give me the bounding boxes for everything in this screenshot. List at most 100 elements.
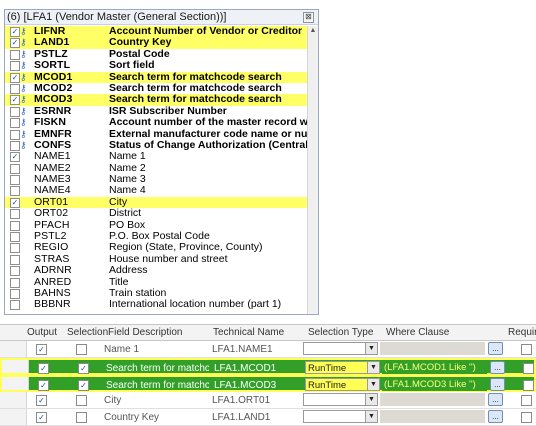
key-icon: ⚷ xyxy=(20,94,27,105)
selection-type-dropdown[interactable]: RunTime ▼ xyxy=(305,378,380,391)
chevron-down-icon[interactable]: ▼ xyxy=(365,343,377,354)
selection-checkbox[interactable] xyxy=(76,412,87,423)
output-checkbox[interactable]: ✓ xyxy=(36,344,47,355)
selection-checkbox[interactable]: ✓ xyxy=(78,363,89,374)
field-description-cell: Search term for matchco... xyxy=(106,380,209,391)
ellipsis-button[interactable]: ... xyxy=(488,410,503,423)
scroll-up-icon[interactable]: ▲ xyxy=(308,26,318,36)
field-row[interactable]: ✓ NAME1 Name 1 xyxy=(5,150,310,163)
col-header-field-description[interactable]: Field Description xyxy=(108,327,182,338)
selection-type-dropdown[interactable]: ▼ xyxy=(303,410,378,423)
col-header-required[interactable]: Requir xyxy=(508,327,536,338)
technical-name-cell: LFA1.MCOD3 xyxy=(214,380,277,391)
field-checkbox[interactable] xyxy=(10,49,20,60)
table-row[interactable]: ✓ ✓ Search term for matchco... LFA1.MCOD3 Ru… xyxy=(0,375,536,392)
table-row[interactable]: ✓ Name 1 LFA1.NAME1 ▼... xyxy=(0,341,536,358)
field-checkbox[interactable] xyxy=(10,209,20,220)
required-checkbox[interactable] xyxy=(521,412,532,423)
field-description: Account number of the master record wit xyxy=(109,116,315,129)
where-clause-cell[interactable]: (LFA1.MCOD1 Like '') xyxy=(382,361,487,374)
field-row[interactable]: ORT02 District xyxy=(5,207,310,220)
field-checkbox[interactable] xyxy=(10,300,20,311)
row-header[interactable] xyxy=(0,409,27,425)
key-icon: ⚷ xyxy=(20,128,27,139)
selection-checkbox[interactable] xyxy=(76,344,87,355)
field-checkbox[interactable] xyxy=(10,129,20,140)
chevron-down-icon[interactable]: ▼ xyxy=(365,394,377,405)
required-checkbox[interactable] xyxy=(523,380,534,391)
key-icon: ⚷ xyxy=(20,60,27,71)
row-header[interactable] xyxy=(2,377,29,390)
required-checkbox[interactable] xyxy=(521,344,532,355)
field-checkbox[interactable] xyxy=(10,83,20,94)
field-checkbox[interactable] xyxy=(10,243,20,254)
where-clause-cell[interactable] xyxy=(380,342,485,355)
col-header-selection-type[interactable]: Selection Type xyxy=(308,327,373,338)
field-technical-name: ADRNR xyxy=(34,264,72,277)
field-checkbox[interactable]: ✓ xyxy=(10,197,20,208)
required-checkbox[interactable] xyxy=(523,363,534,374)
row-header[interactable] xyxy=(2,360,29,373)
where-clause-cell[interactable]: (LFA1.MCOD3 Like '') xyxy=(382,378,487,391)
field-checkbox[interactable] xyxy=(10,140,20,151)
ellipsis-button[interactable]: ... xyxy=(488,342,503,355)
selection-type-dropdown[interactable]: ▼ xyxy=(303,342,378,355)
col-header-where-clause[interactable]: Where Clause xyxy=(386,327,449,338)
key-icon: ⚷ xyxy=(20,48,27,59)
ellipsis-button[interactable]: ... xyxy=(490,361,505,374)
field-checkbox[interactable] xyxy=(10,254,20,265)
key-icon: ⚷ xyxy=(20,105,27,116)
output-checkbox[interactable]: ✓ xyxy=(38,363,49,374)
col-header-selection[interactable]: Selection xyxy=(67,327,108,338)
field-checkbox[interactable] xyxy=(10,175,20,186)
field-technical-name: SORTL xyxy=(34,59,71,72)
output-checkbox[interactable]: ✓ xyxy=(38,380,49,391)
field-row[interactable]: ⚷ SORTL Sort field xyxy=(5,59,310,72)
where-clause-cell[interactable] xyxy=(380,410,485,423)
field-checkbox[interactable]: ✓ xyxy=(10,27,20,37)
output-checkbox[interactable]: ✓ xyxy=(36,395,47,406)
field-checkbox[interactable] xyxy=(10,106,20,117)
field-checkbox[interactable] xyxy=(10,118,20,129)
row-header[interactable] xyxy=(0,392,27,408)
field-checkbox[interactable]: ✓ xyxy=(10,152,20,163)
selection-checkbox[interactable] xyxy=(76,395,87,406)
required-checkbox[interactable] xyxy=(521,395,532,406)
close-icon[interactable]: ⊠ xyxy=(303,12,314,23)
field-checkbox[interactable]: ✓ xyxy=(10,72,20,83)
table-row[interactable]: ✓ City LFA1.ORT01 ▼... xyxy=(0,392,536,409)
chevron-down-icon[interactable]: ▼ xyxy=(367,379,379,390)
field-checkbox[interactable] xyxy=(10,232,20,243)
selection-type-dropdown[interactable]: ▼ xyxy=(303,393,378,406)
row-header[interactable] xyxy=(0,341,27,357)
table-row[interactable]: ✓ ✓ Search term for matchco... LFA1.MCOD1 Ru… xyxy=(0,358,536,375)
field-checkbox[interactable] xyxy=(10,266,20,277)
field-checkbox[interactable]: ✓ xyxy=(10,38,20,49)
field-checkbox[interactable] xyxy=(10,163,20,174)
field-description: Address xyxy=(109,264,148,277)
col-header-technical-name[interactable]: Technical Name xyxy=(213,327,284,338)
col-header-output[interactable]: Output xyxy=(27,327,57,338)
field-description-cell: Name 1 xyxy=(104,344,140,355)
ellipsis-button[interactable]: ... xyxy=(490,378,505,391)
field-checkbox[interactable]: ✓ xyxy=(10,95,20,106)
output-checkbox[interactable]: ✓ xyxy=(36,412,47,423)
table-row[interactable]: ✓ Country Key LFA1.LAND1 ▼... xyxy=(0,409,536,426)
field-row[interactable]: BBBNR International location number (part… xyxy=(5,298,310,311)
field-row[interactable]: ⚷ FISKN Account number of the master recor… xyxy=(5,116,314,129)
where-clause-cell[interactable] xyxy=(380,393,485,406)
field-list: ✓ ⚷ LIFNR Account Number of Vendor or Credi… xyxy=(5,25,317,311)
chevron-down-icon[interactable]: ▼ xyxy=(365,411,377,422)
selection-type-dropdown[interactable]: RunTime ▼ xyxy=(305,361,380,374)
field-checkbox[interactable] xyxy=(10,220,20,231)
field-row[interactable]: ADRNR Address xyxy=(5,264,310,277)
field-checkbox[interactable] xyxy=(10,61,20,72)
chevron-down-icon[interactable]: ▼ xyxy=(367,362,379,373)
vertical-scrollbar[interactable]: ▲ xyxy=(307,26,318,314)
field-checkbox[interactable] xyxy=(10,288,20,299)
field-description: District xyxy=(109,207,142,220)
selection-checkbox[interactable]: ✓ xyxy=(78,380,89,391)
field-checkbox[interactable] xyxy=(10,277,20,288)
field-checkbox[interactable] xyxy=(10,186,20,197)
ellipsis-button[interactable]: ... xyxy=(488,393,503,406)
